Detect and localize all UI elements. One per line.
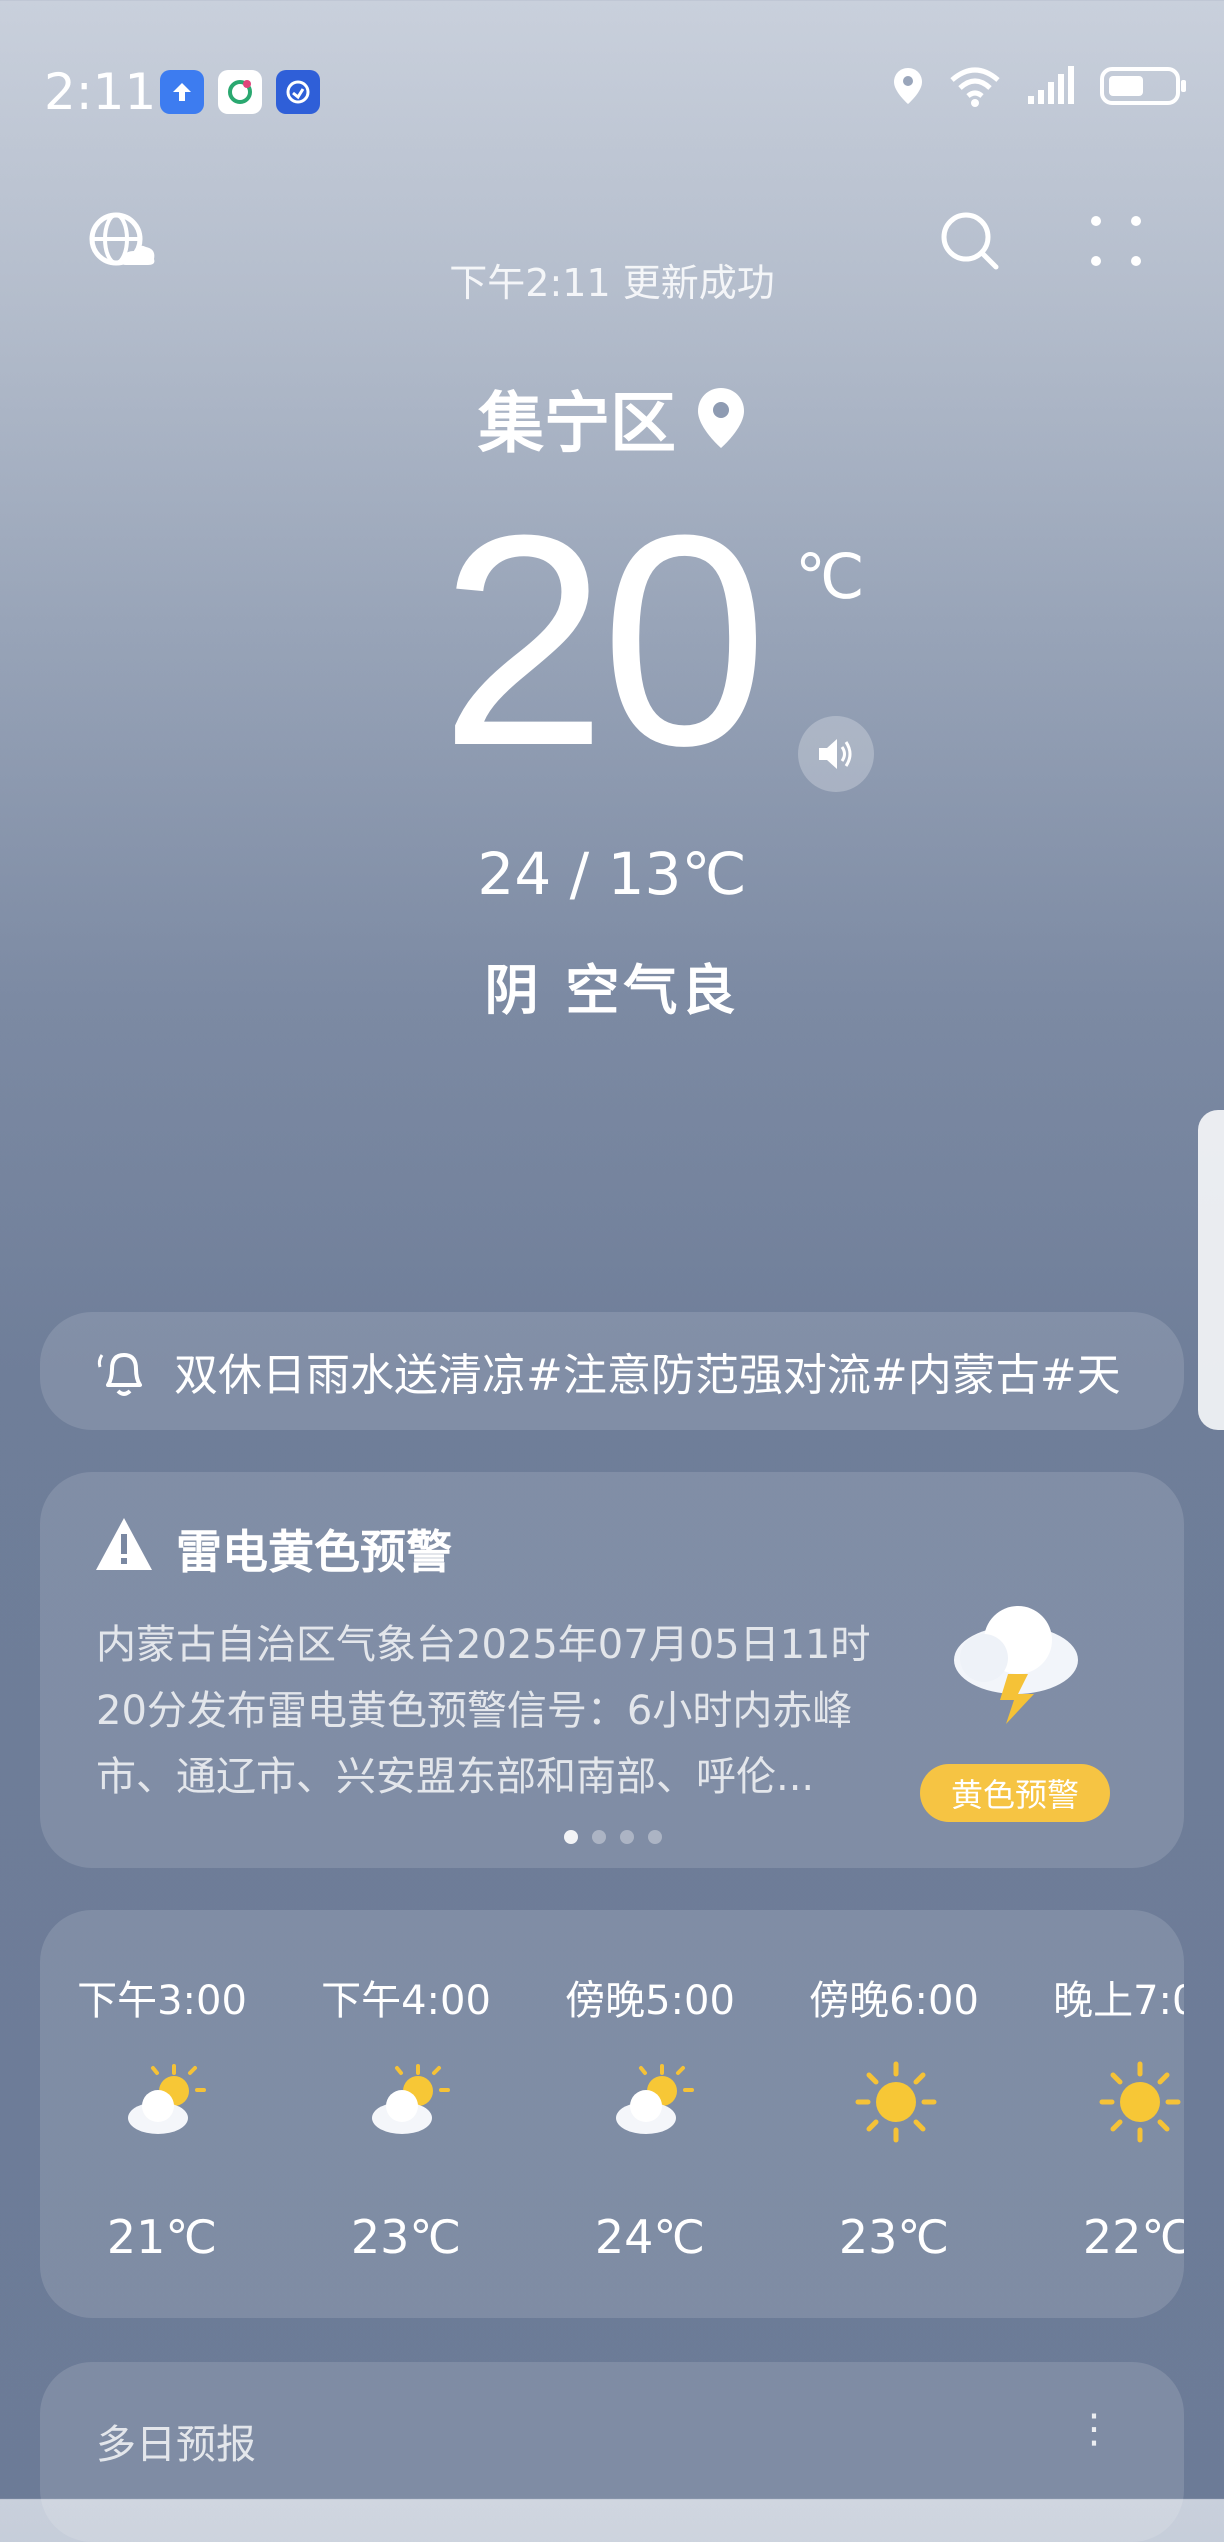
voice-broadcast-button[interactable]: [798, 716, 874, 792]
partly-cloudy-icon: [122, 2060, 206, 2144]
weather-alert-card[interactable]: 雷电黄色预警 内蒙古自治区气象台2025年07月05日11时20分发布雷电黄色预…: [40, 1472, 1184, 1868]
hourly-temp: 23℃: [350, 2210, 462, 2264]
upload-app-icon: [160, 70, 204, 114]
search-icon[interactable]: [934, 205, 1006, 277]
multi-day-more-button[interactable]: ⋮: [1074, 2406, 1114, 2452]
weather-condition: 阴 空气良: [484, 959, 740, 1022]
pager-dot[interactable]: [564, 1830, 578, 1844]
pager-dot[interactable]: [592, 1830, 606, 1844]
cellular-signal-icon: [1028, 66, 1074, 104]
pager-dot[interactable]: [648, 1830, 662, 1844]
temperature-range: 24 / 13℃: [477, 840, 747, 908]
partly-cloudy-icon: [366, 2060, 450, 2144]
multi-day-title: 多日预报: [96, 2422, 256, 2468]
temperature-unit: ℃: [795, 540, 865, 613]
alert-pager-dots[interactable]: [564, 1830, 662, 1844]
news-ticker[interactable]: 双休日雨水送清凉#注意防范强对流#内蒙古#天: [40, 1312, 1184, 1430]
partly-cloudy-icon: [610, 2060, 694, 2144]
bell-icon: [97, 1353, 142, 1396]
thunderstorm-icon: [954, 1606, 1078, 1724]
alert-body: 内蒙古自治区气象台2025年07月05日11时20分发布雷电黄色预警信号：6小时…: [96, 1622, 871, 1800]
hourly-temp: 23℃: [838, 2210, 950, 2264]
hourly-forecast-card[interactable]: 下午3:00 21℃ 下午4:00 23℃ 傍晚5:00 24℃ 傍晚6:00 23℃ 晚上7:…: [40, 1910, 1184, 2318]
location-status-icon: [894, 68, 922, 104]
pager-dot[interactable]: [620, 1830, 634, 1844]
sunny-icon: [1098, 2060, 1182, 2144]
wifi-icon: [950, 67, 1000, 107]
alert-level-badge: 黄色预警: [920, 1764, 1110, 1822]
hourly-temp: 22℃: [1082, 2210, 1184, 2264]
location-pin-icon: [698, 388, 744, 448]
battery-icon: [1100, 67, 1186, 105]
hourly-time: 下午4:00: [321, 1978, 491, 2024]
hourly-time: 傍晚6:00: [809, 1978, 979, 2024]
city-name: 集宁区: [478, 385, 676, 462]
multi-day-forecast-card[interactable]: 多日预报 ⋮: [40, 2362, 1184, 2542]
news-text: 双休日雨水送清凉#注意防范强对流#内蒙古#天: [174, 1350, 1121, 1401]
update-status-text: 下午2:11 更新成功: [449, 261, 775, 305]
location-row[interactable]: 集宁区: [0, 370, 1224, 466]
hourly-time: 下午3:00: [77, 1978, 247, 2024]
hourly-temp: 24℃: [594, 2210, 706, 2264]
alert-title: 雷电黄色预警: [176, 1525, 452, 1579]
status-indicators: [892, 64, 1186, 108]
status-time: 2:11: [44, 63, 157, 121]
sunny-icon: [854, 2060, 938, 2144]
hourly-temp: 21℃: [106, 2210, 218, 2264]
assistant-app-icon: [276, 70, 320, 114]
mobile-carrier-icon: [218, 70, 262, 114]
more-menu-icon[interactable]: [1080, 205, 1152, 277]
speaker-icon: [819, 739, 852, 769]
side-pull-tab[interactable]: [1198, 1110, 1224, 1430]
hourly-time: 傍晚5:00: [565, 1978, 735, 2024]
current-temperature: 20: [440, 472, 768, 808]
warning-icon: [96, 1518, 152, 1570]
hourly-time: 晚上7:00: [1053, 1978, 1184, 2024]
